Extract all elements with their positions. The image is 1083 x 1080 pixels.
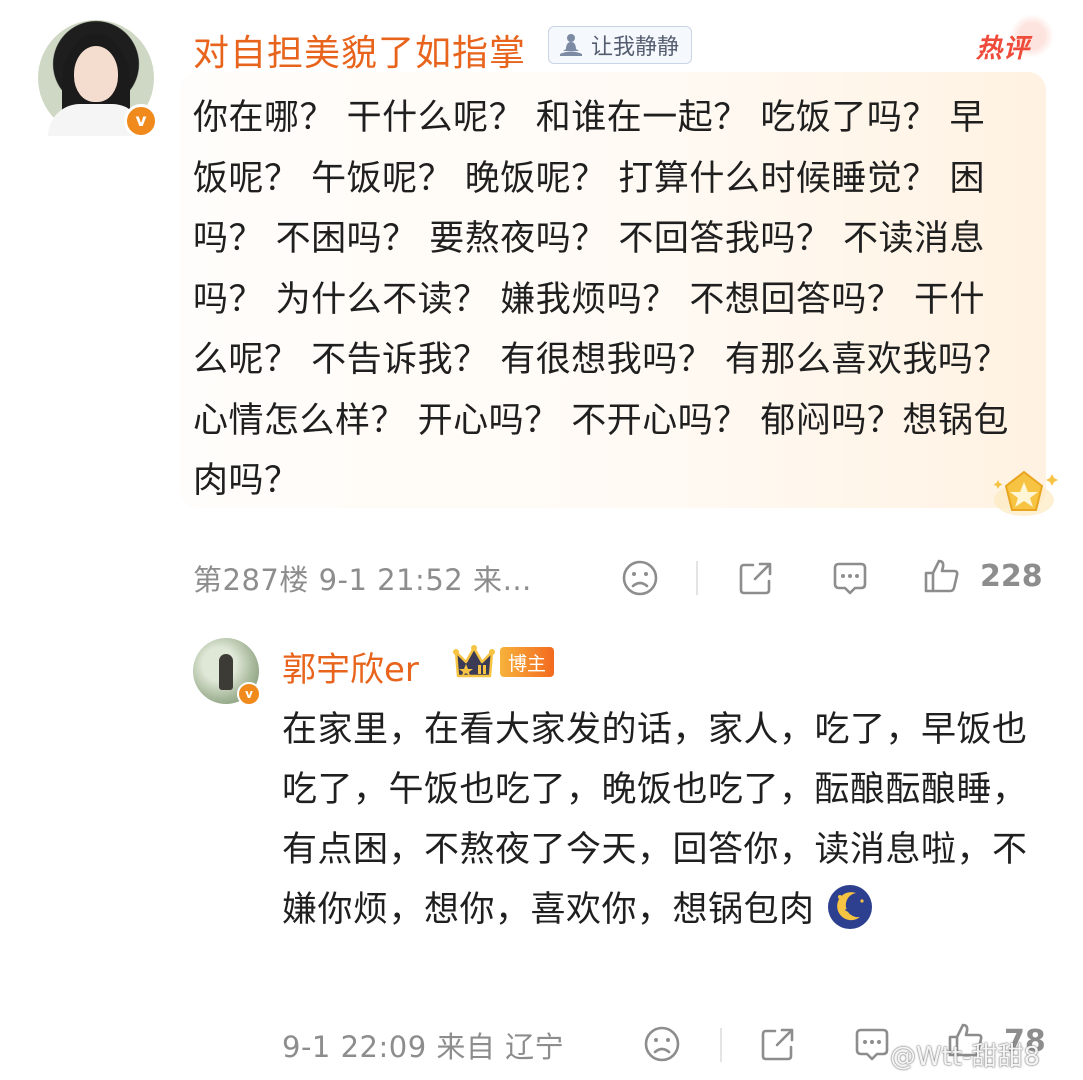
watermark: @Wtt-甜甜8: [890, 1042, 1041, 1072]
comment-meta: 第287楼 9-1 21:52 来…: [193, 563, 532, 597]
medal-icon: [993, 470, 1058, 516]
reply-comment-button[interactable]: [852, 1024, 892, 1064]
reply-user-avatar[interactable]: v: [193, 638, 261, 706]
moon-sleep-emoji-icon: [828, 885, 873, 929]
verified-badge-icon: v: [237, 682, 261, 706]
action-divider: [696, 561, 698, 595]
reply-text-block: 在家里，在看大家发的话，家人，吃了，早饭也吃了，午饭也吃了，晚饭也吃了，酝酿酝酿…: [282, 700, 1042, 940]
frown-icon: [644, 1026, 680, 1062]
user-tag-label: 让我静静: [591, 35, 680, 60]
blogger-badge: 博主: [452, 642, 555, 682]
like-button[interactable]: [922, 556, 962, 596]
comment-thread: v 对自担美貌了如指掌 让我静静 热评 你在哪？ 干什么呢？ 和谁在一起？ 吃饭…: [0, 0, 1083, 1080]
action-divider: [720, 1028, 722, 1062]
thumb-up-icon: [924, 559, 959, 593]
blogger-label: 博主: [500, 647, 555, 677]
reply-dislike-button[interactable]: [642, 1024, 682, 1064]
verified-badge-icon: v: [124, 104, 158, 138]
share-icon: [739, 562, 772, 595]
like-count: 228: [980, 559, 1043, 594]
reply-meta: 9-1 22:09 来自 辽宁: [282, 1030, 565, 1064]
crown-icon: [453, 645, 495, 678]
reply-text: 在家里，在看大家发的话，家人，吃了，早饭也吃了，午饭也吃了，晚饭也吃了，酝酿酝酿…: [282, 710, 1028, 930]
frown-icon: [622, 560, 658, 596]
user-avatar[interactable]: v: [38, 20, 158, 138]
share-button[interactable]: [736, 558, 776, 598]
reply-button[interactable]: [830, 558, 870, 598]
reply-username[interactable]: 郭宇欣er: [282, 642, 419, 691]
comment-icon: [855, 1028, 889, 1061]
reply-share-button[interactable]: [758, 1024, 798, 1064]
comment-text: 你在哪？ 干什么呢？ 和谁在一起？ 吃饭了吗？ 早饭呢？ 午饭呢？ 晚饭呢？ 打…: [193, 98, 1009, 501]
share-icon: [761, 1028, 794, 1061]
hot-comment-label: 热评: [976, 34, 1031, 64]
avatar-face: [74, 46, 118, 102]
user-tag-chip[interactable]: 让我静静: [548, 26, 693, 64]
meditation-icon: [560, 34, 582, 56]
avatar-figure: [219, 654, 233, 690]
comment-icon: [833, 562, 867, 595]
dislike-button[interactable]: [620, 558, 660, 598]
comment-username[interactable]: 对自担美貌了如指掌: [193, 24, 526, 76]
